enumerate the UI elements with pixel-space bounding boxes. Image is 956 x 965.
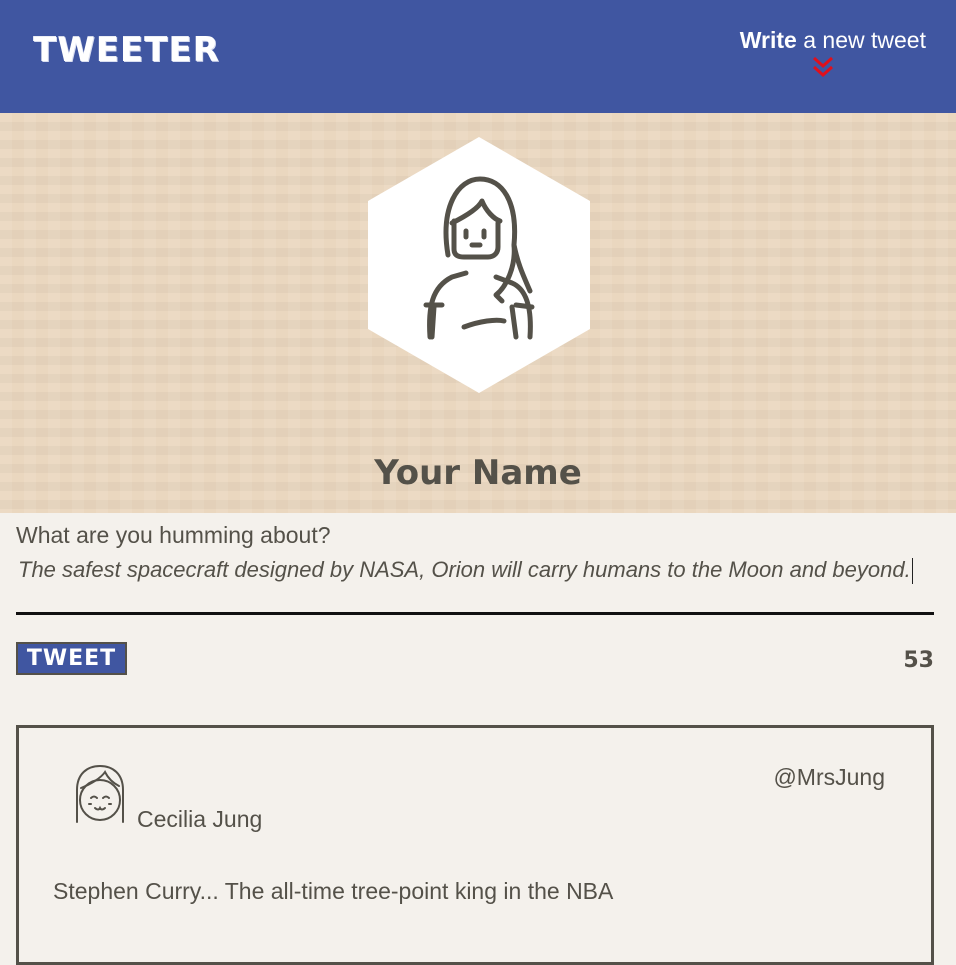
compose-underline xyxy=(16,612,934,615)
top-nav: TWEETER Write a new tweet xyxy=(0,0,956,113)
compose-label: What are you humming about? xyxy=(16,522,331,548)
write-tweet-link-strong: Write xyxy=(739,27,797,53)
profile-name: Your Name xyxy=(374,453,582,493)
woman-avatar-icon xyxy=(368,137,590,393)
write-tweet-link[interactable]: Write a new tweet xyxy=(740,27,926,54)
girl-avatar-icon xyxy=(76,764,124,823)
tweet-card: Cecilia Jung @MrsJung Stephen Curry... T… xyxy=(16,725,934,965)
double-chevron-down-icon[interactable] xyxy=(811,56,835,78)
write-tweet-link-rest: a new tweet xyxy=(796,27,926,53)
compose-textarea-value: The safest spacecraft designed by NASA, … xyxy=(18,557,911,582)
app-logo[interactable]: TWEETER xyxy=(33,30,220,70)
profile-header: Your Name xyxy=(0,113,956,513)
tweet-content: Stephen Curry... The all-time tree-point… xyxy=(53,878,614,904)
tweet-author-name: Cecilia Jung xyxy=(137,806,263,832)
text-caret xyxy=(911,558,913,585)
tweet-author-handle[interactable]: @MrsJung xyxy=(773,764,885,791)
tweet-button[interactable]: TWEET xyxy=(16,642,127,675)
char-counter: 53 xyxy=(903,648,934,673)
compose-textarea[interactable]: The safest spacecraft designed by NASA, … xyxy=(18,557,918,585)
